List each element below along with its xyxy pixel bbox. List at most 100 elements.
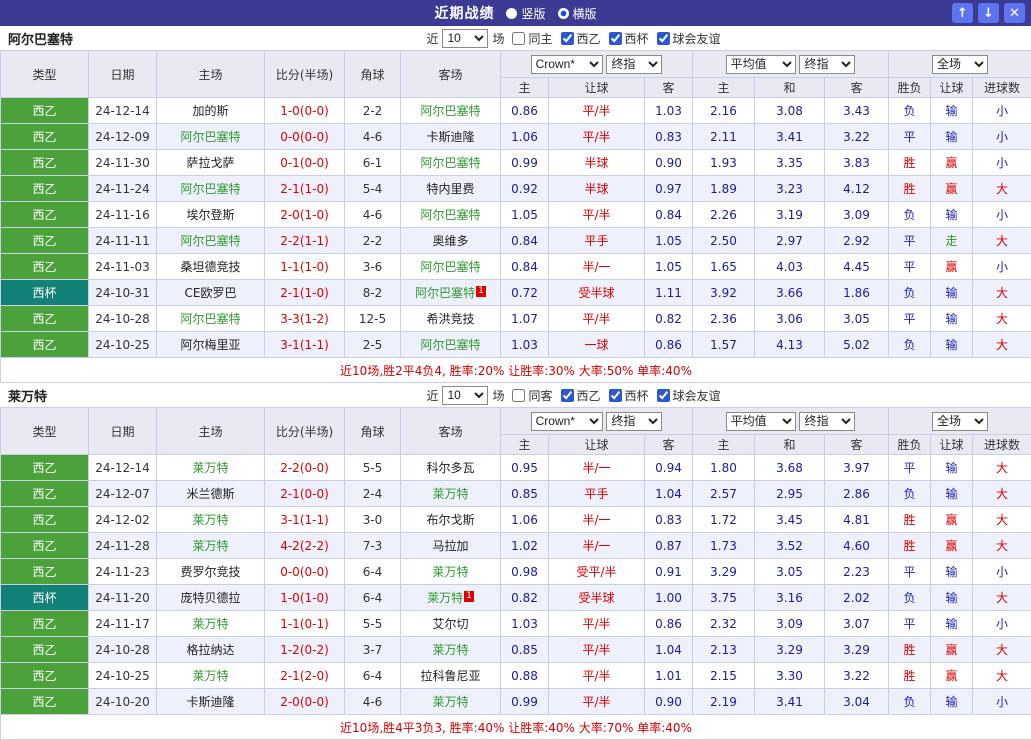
league-filter-segunda[interactable]: 西乙 <box>557 30 601 47</box>
team-link[interactable]: 艾尔切 <box>432 617 468 631</box>
view-option-vertical[interactable]: 竖版 <box>506 5 545 22</box>
league-filter-friendly[interactable]: 球会友谊 <box>653 387 721 404</box>
full-match-select[interactable]: 全场 <box>932 55 988 74</box>
team-link[interactable]: 庞特贝德拉 <box>180 591 240 605</box>
team-link[interactable]: 奥维多 <box>432 234 468 248</box>
away-team-cell: 科尔多瓦 <box>401 455 501 481</box>
avg-away-cell: 3.22 <box>825 124 889 150</box>
away-team-cell: 阿尔巴塞特 <box>401 332 501 358</box>
team-link[interactable]: 莱万特 <box>192 539 228 553</box>
final-odds-select[interactable]: 终指 <box>606 412 662 431</box>
team-link[interactable]: 阿尔梅里亚 <box>180 338 240 352</box>
league-checkbox[interactable] <box>561 32 574 45</box>
radio-selected-icon[interactable] <box>558 8 569 19</box>
bookmaker-select[interactable]: Crown* <box>531 55 603 74</box>
radio-icon[interactable] <box>506 8 517 19</box>
team-link[interactable]: 阿尔巴塞特 <box>180 130 240 144</box>
team-link[interactable]: 布尔戈斯 <box>426 513 474 527</box>
goals-result-cell: 大 <box>973 306 1031 332</box>
team-link[interactable]: 马拉加 <box>432 539 468 553</box>
match-row: 西乙24-11-24阿尔巴塞特2-1(1-0)5-4特内里费0.92半球0.97… <box>1 176 1031 202</box>
away-team-cell: 莱万特 <box>401 689 501 715</box>
team-link[interactable]: 阿尔巴塞特 <box>420 156 480 170</box>
team-link[interactable]: CE欧罗巴 <box>185 286 237 300</box>
league-cell: 西乙 <box>1 176 89 202</box>
team-link[interactable]: 莱万特 <box>192 669 228 683</box>
date-cell: 24-11-16 <box>89 202 157 228</box>
team-link[interactable]: 埃尔登斯 <box>186 208 234 222</box>
bookmaker-select[interactable]: Crown* <box>531 412 603 431</box>
team-link[interactable]: 卡斯迪隆 <box>186 695 234 709</box>
league-checkbox[interactable] <box>657 32 670 45</box>
league-checkbox[interactable] <box>609 32 622 45</box>
league-cell: 西乙 <box>1 611 89 637</box>
final-odds-select[interactable]: 终指 <box>606 55 662 74</box>
odds-away-cell: 0.83 <box>645 507 693 533</box>
league-filter-cup[interactable]: 西杯 <box>605 30 649 47</box>
team-link[interactable]: 莱万特 <box>192 513 228 527</box>
avg-home-cell: 1.73 <box>693 533 755 559</box>
final-odds-select-2[interactable]: 终指 <box>799 55 855 74</box>
match-count-select[interactable]: 10 <box>442 386 488 405</box>
same-venue-checkbox[interactable] <box>512 389 525 402</box>
team-link[interactable]: 阿尔巴塞特 <box>420 104 480 118</box>
team-link[interactable]: 莱万特 <box>432 643 468 657</box>
match-result-cell: 胜 <box>889 663 931 689</box>
league-filter-friendly[interactable]: 球会友谊 <box>653 30 721 47</box>
average-select[interactable]: 平均值 <box>726 55 796 74</box>
league-checkbox[interactable] <box>609 389 622 402</box>
team-link[interactable]: 桑坦德竞技 <box>180 260 240 274</box>
team-link[interactable]: 阿尔巴塞特 <box>180 234 240 248</box>
team-link[interactable]: 科尔多瓦 <box>426 461 474 475</box>
match-row: 西乙24-10-20卡斯迪隆2-0(0-0)4-6莱万特0.99平/半0.902… <box>1 689 1031 715</box>
same-venue-filter[interactable]: 同主 <box>508 30 552 47</box>
avg-away-cell: 2.92 <box>825 228 889 254</box>
team-link[interactable]: 阿尔巴塞特 <box>420 208 480 222</box>
team-link[interactable]: 费罗尔竞技 <box>180 565 240 579</box>
league-filter-cup[interactable]: 西杯 <box>605 387 649 404</box>
view-option-horizontal[interactable]: 横版 <box>558 5 597 22</box>
team-link[interactable]: 莱万特 <box>432 695 468 709</box>
match-row: 西乙24-10-25阿尔梅里亚3-1(1-1)2-5阿尔巴塞特1.03一球0.8… <box>1 332 1031 358</box>
odds-home-cell: 1.03 <box>501 611 549 637</box>
team-link[interactable]: 加的斯 <box>192 104 228 118</box>
close-button[interactable]: ✕ <box>1004 3 1025 23</box>
same-venue-checkbox[interactable] <box>512 32 525 45</box>
full-match-select[interactable]: 全场 <box>932 412 988 431</box>
team-link[interactable]: 阿尔巴塞特 <box>420 338 480 352</box>
corners-cell: 6-4 <box>345 663 401 689</box>
team-link[interactable]: 卡斯迪隆 <box>426 130 474 144</box>
team-link[interactable]: 米兰德斯 <box>186 487 234 501</box>
team-link[interactable]: 莱万特 <box>432 487 468 501</box>
team-link[interactable]: 阿尔巴塞特 <box>180 312 240 326</box>
league-checkbox[interactable] <box>657 389 670 402</box>
average-select[interactable]: 平均值 <box>726 412 796 431</box>
handicap-cell: 一球 <box>549 332 645 358</box>
team-link[interactable]: 萨拉戈萨 <box>186 156 234 170</box>
odds-away-cell: 0.86 <box>645 611 693 637</box>
team-link[interactable]: 莱万特 <box>432 565 468 579</box>
away-team-cell: 莱万特 <box>401 559 501 585</box>
same-venue-filter[interactable]: 同客 <box>508 387 552 404</box>
final-odds-select-2[interactable]: 终指 <box>799 412 855 431</box>
scroll-up-button[interactable]: ↑ <box>952 3 973 23</box>
team-link[interactable]: 特内里费 <box>426 182 474 196</box>
col-goals: 进球数 <box>973 78 1031 98</box>
corners-cell: 4-6 <box>345 202 401 228</box>
league-checkbox[interactable] <box>561 389 574 402</box>
scroll-down-button[interactable]: ↓ <box>978 3 999 23</box>
away-team-cell: 阿尔巴塞特 <box>401 98 501 124</box>
team-link[interactable]: 莱万特 <box>192 461 228 475</box>
team-link[interactable]: 格拉纳达 <box>186 643 234 657</box>
team-link[interactable]: 阿尔巴塞特 <box>415 286 475 300</box>
team-link[interactable]: 莱万特 <box>427 591 463 605</box>
league-filter-segunda[interactable]: 西乙 <box>557 387 601 404</box>
team-link[interactable]: 阿尔巴塞特 <box>420 260 480 274</box>
team-link[interactable]: 拉科鲁尼亚 <box>420 669 480 683</box>
odds-home-cell: 0.88 <box>501 663 549 689</box>
team-link[interactable]: 莱万特 <box>192 617 228 631</box>
match-count-select[interactable]: 10 <box>442 29 488 48</box>
team-link[interactable]: 阿尔巴塞特 <box>180 182 240 196</box>
league-label: 西杯 <box>625 387 649 404</box>
team-link[interactable]: 希洪竞技 <box>426 312 474 326</box>
